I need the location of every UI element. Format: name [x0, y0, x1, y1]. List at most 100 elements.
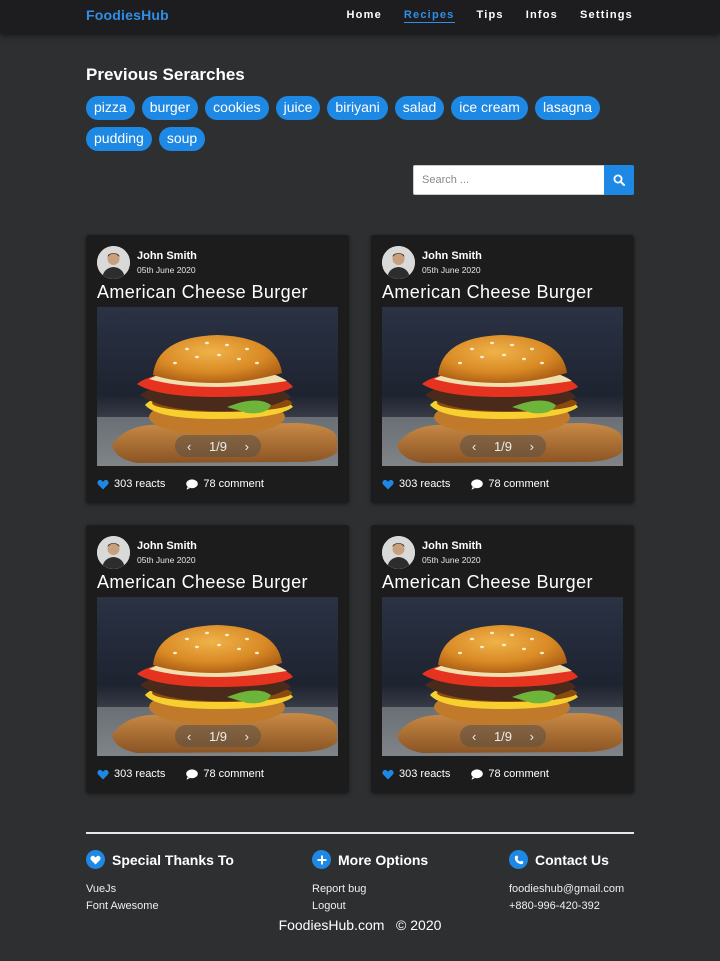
brand-logo[interactable]: FoodiesHub — [86, 7, 169, 23]
reacts-button[interactable]: 303 reacts — [382, 768, 450, 780]
recipe-card[interactable]: John Smith 05th June 2020 American Chees… — [86, 525, 349, 793]
card-meta: 303 reacts 78 comment — [97, 478, 264, 490]
nav-home[interactable]: Home — [347, 9, 382, 23]
card-meta: 303 reacts 78 comment — [97, 768, 264, 780]
recipe-photo[interactable]: ‹ 1/9 › — [97, 597, 338, 756]
nav-tips[interactable]: Tips — [477, 9, 504, 23]
footer-divider — [86, 832, 634, 834]
heart-icon — [97, 479, 109, 489]
avatar[interactable] — [97, 536, 130, 569]
search-input[interactable] — [413, 165, 604, 195]
reacts-button[interactable]: 303 reacts — [97, 478, 165, 490]
search-tag[interactable]: pudding — [86, 127, 152, 151]
chevron-left-icon[interactable]: ‹ — [187, 439, 191, 454]
search-tag[interactable]: pizza — [86, 96, 135, 120]
footer-contact-title: Contact Us — [535, 851, 609, 868]
recipe-photo[interactable]: ‹ 1/9 › — [382, 597, 623, 756]
footer-options-title: More Options — [338, 851, 429, 868]
avatar[interactable] — [382, 246, 415, 279]
comments-count: 78 comment — [488, 768, 549, 780]
chevron-left-icon[interactable]: ‹ — [472, 439, 476, 454]
brand-part2: diesHub — [112, 7, 169, 23]
footer-contact-email[interactable]: foodieshub@gmail.com — [509, 881, 624, 898]
post-date: 05th June 2020 — [137, 555, 196, 565]
comments-count: 78 comment — [203, 768, 264, 780]
search-icon — [613, 174, 625, 186]
avatar[interactable] — [382, 536, 415, 569]
reacts-count: 303 reacts — [114, 768, 166, 780]
recipe-card[interactable]: John Smith 05th June 2020 American Chees… — [371, 235, 634, 503]
footer-link-logout[interactable]: Logout — [312, 898, 428, 915]
search-tag[interactable]: ice cream — [451, 96, 528, 120]
image-slider-control: ‹ 1/9 › — [460, 435, 546, 457]
plus-circle-icon — [312, 850, 331, 869]
heart-icon — [382, 769, 394, 779]
slide-counter: 1/9 — [493, 438, 513, 454]
search-tag[interactable]: biriyani — [327, 96, 388, 120]
footer-link-report-bug[interactable]: Report bug — [312, 881, 428, 898]
brand-part1: Foo — [86, 7, 113, 23]
post-date: 05th June 2020 — [137, 265, 196, 275]
slide-counter: 1/9 — [208, 438, 228, 454]
comment-icon — [186, 768, 199, 780]
search-button[interactable] — [604, 165, 634, 195]
recipe-card[interactable]: John Smith 05th June 2020 American Chees… — [86, 235, 349, 503]
recipe-card[interactable]: John Smith 05th June 2020 American Chees… — [371, 525, 634, 793]
comments-count: 78 comment — [488, 478, 549, 490]
chevron-right-icon[interactable]: › — [245, 439, 249, 454]
footer-contact-column: Contact Us foodieshub@gmail.com +880-996… — [509, 850, 624, 915]
card-meta: 303 reacts 78 comment — [382, 768, 549, 780]
recipe-title[interactable]: American Cheese Burger — [382, 572, 593, 593]
comments-button[interactable]: 78 comment — [471, 768, 549, 780]
footer-link-font-awesome[interactable]: Font Awesome — [86, 898, 234, 915]
avatar[interactable] — [97, 246, 130, 279]
recipe-photo[interactable]: ‹ 1/9 › — [382, 307, 623, 466]
footer-contact-phone[interactable]: +880-996-420-392 — [509, 898, 624, 915]
recipe-photo[interactable]: ‹ 1/9 › — [97, 307, 338, 466]
footer-thanks-title: Special Thanks To — [112, 851, 234, 868]
reacts-button[interactable]: 303 reacts — [382, 478, 450, 490]
author-name[interactable]: John Smith — [137, 540, 197, 552]
recipe-title[interactable]: American Cheese Burger — [382, 282, 593, 303]
footer-thanks-column: Special Thanks To VueJs Font Awesome — [86, 850, 234, 915]
nav-recipes[interactable]: Recipes — [403, 9, 455, 23]
search-tag[interactable]: soup — [158, 127, 206, 151]
recipe-title[interactable]: American Cheese Burger — [97, 572, 308, 593]
chevron-right-icon[interactable]: › — [530, 729, 534, 744]
image-slider-control: ‹ 1/9 › — [175, 435, 261, 457]
chevron-right-icon[interactable]: › — [530, 439, 534, 454]
nav-settings[interactable]: Settings — [580, 9, 633, 23]
chevron-right-icon[interactable]: › — [245, 729, 249, 744]
author-name[interactable]: John Smith — [137, 250, 197, 262]
slide-counter: 1/9 — [208, 728, 228, 744]
comments-button[interactable]: 78 comment — [186, 478, 264, 490]
comments-button[interactable]: 78 comment — [471, 478, 549, 490]
reacts-button[interactable]: 303 reacts — [97, 768, 165, 780]
reacts-count: 303 reacts — [399, 478, 451, 490]
search-tag[interactable]: salad — [394, 96, 445, 120]
nav-infos[interactable]: Infos — [526, 9, 558, 23]
chevron-left-icon[interactable]: ‹ — [187, 729, 191, 744]
reacts-count: 303 reacts — [399, 768, 451, 780]
author-name[interactable]: John Smith — [422, 540, 482, 552]
search-bar — [413, 165, 634, 195]
previous-searches-tags: pizza burger cookies juice biriyani sala… — [86, 96, 606, 151]
search-tag[interactable]: cookies — [205, 96, 269, 120]
post-date: 05th June 2020 — [422, 265, 481, 275]
heart-icon — [382, 479, 394, 489]
chevron-left-icon[interactable]: ‹ — [472, 729, 476, 744]
recipe-title[interactable]: American Cheese Burger — [97, 282, 308, 303]
comments-count: 78 comment — [203, 478, 264, 490]
slide-counter: 1/9 — [493, 728, 513, 744]
author-name[interactable]: John Smith — [422, 250, 482, 262]
navbar: FoodiesHub Home Recipes Tips Infos Setti… — [0, 0, 720, 33]
comments-button[interactable]: 78 comment — [186, 768, 264, 780]
heart-icon — [97, 769, 109, 779]
comment-icon — [471, 768, 484, 780]
reacts-count: 303 reacts — [114, 478, 166, 490]
search-tag[interactable]: juice — [275, 96, 321, 120]
search-tag[interactable]: lasagna — [534, 96, 600, 120]
search-tag[interactable]: burger — [141, 96, 199, 120]
footer-link-vuejs[interactable]: VueJs — [86, 881, 234, 898]
nav-links: Home Recipes Tips Infos Settings — [347, 9, 633, 23]
